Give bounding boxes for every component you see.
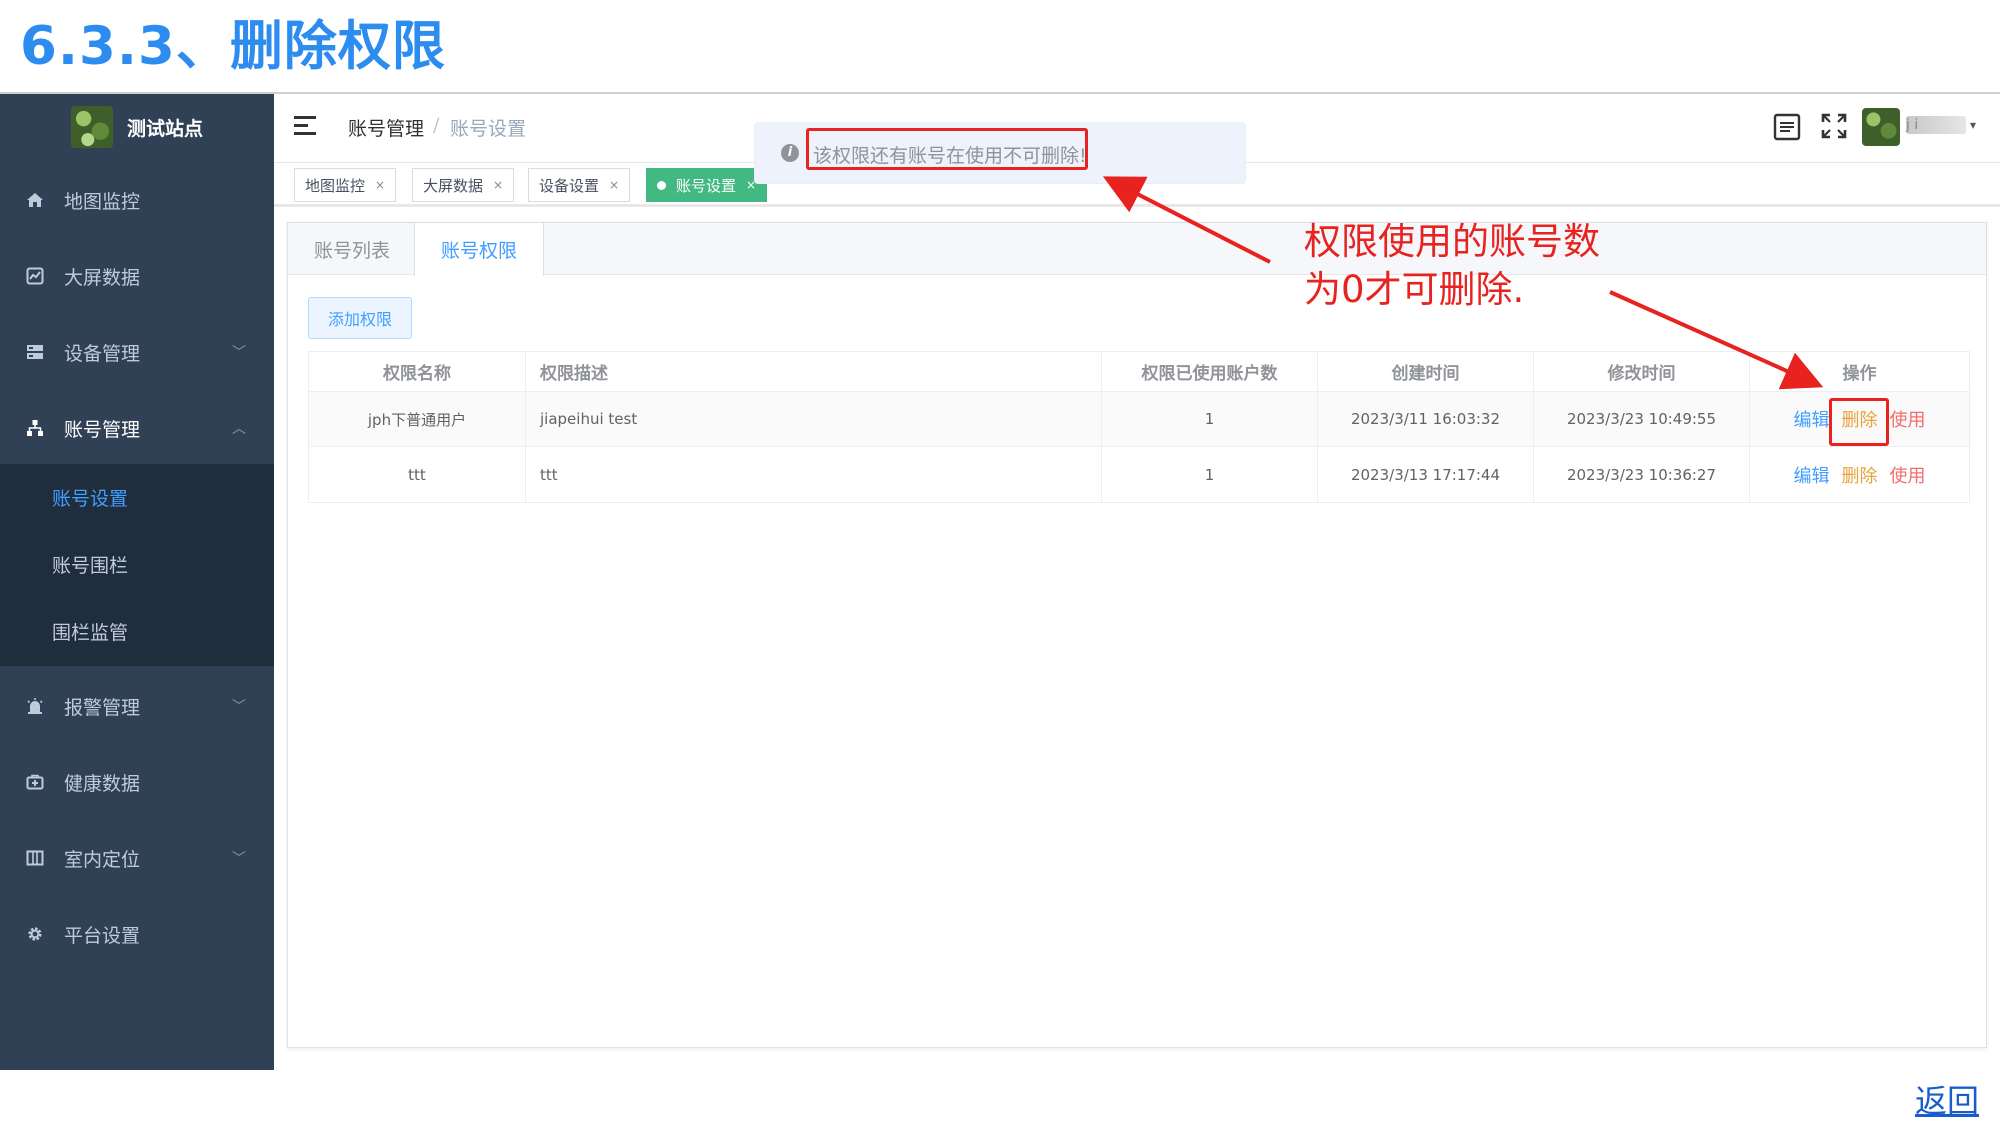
edit-button[interactable]: 编辑 [1794,462,1830,488]
add-permission-button[interactable]: 添加权限 [308,297,412,339]
caret-down-icon[interactable]: ▾ [1970,118,1976,132]
chevron-down-icon: ﹀ [232,345,246,361]
sidebar-item-map-monitor[interactable]: 地图监控 [0,162,274,238]
sidebar-item-account-management[interactable]: 账号管理 ︿ [0,390,274,466]
use-button[interactable]: 使用 [1890,406,1926,432]
tag-device-settings[interactable]: 设备设置 × [528,168,631,202]
annotation-highlight-box [806,128,1088,170]
cell-name: ttt [309,447,526,502]
sidebar-item-label: 健康数据 [64,772,141,795]
cell-actions: 编辑 删除 使用 [1750,447,1969,502]
sidebar-item-health-data[interactable]: 健康数据 [0,744,274,820]
column-header: 权限描述 [526,352,1102,391]
annotation-note: 权限使用的账号数 为0才可删除. [1304,218,1600,314]
sidebar-item-label: 地图监控 [64,190,141,213]
cell-description: jiapeihui test [526,392,1102,446]
annotation-highlight-box [1829,398,1889,446]
sidebar-item-alarm-management[interactable]: 报警管理 ﹀ [0,668,274,744]
chart-icon [24,265,46,287]
back-link[interactable]: 返回 [1915,1076,1979,1122]
sidebar-item-dashboard[interactable]: 大屏数据 [0,238,274,314]
column-header: 修改时间 [1534,352,1750,391]
tab-account-permissions[interactable]: 账号权限 [414,223,545,276]
sidebar-item-label: 大屏数据 [64,266,141,289]
sidebar: 测试站点 地图监控 大屏数据 设备管理 ﹀ 账号管理 ︿ 账号设置 账号围栏 围… [0,94,274,1070]
tag-dashboard[interactable]: 大屏数据 × [412,168,515,202]
column-header: 创建时间 [1318,352,1534,391]
close-icon[interactable]: × [375,178,385,192]
breadcrumb-current: 账号设置 [450,118,527,140]
cell-name: jph下普通用户 [309,392,526,446]
cell-used-count: 1 [1102,392,1318,446]
table-row: jph下普通用户 jiapeihui test 1 2023/3/11 16:0… [309,392,1969,447]
permissions-table: 权限名称 权限描述 权限已使用账户数 创建时间 修改时间 操作 jph下普通用户… [308,351,1970,503]
cell-used-count: 1 [1102,447,1318,502]
sidebar-subitem-fence-supervision[interactable]: 围栏监管 [0,598,274,664]
cell-created: 2023/3/13 17:17:44 [1318,447,1534,502]
sidebar-item-device-management[interactable]: 设备管理 ﹀ [0,314,274,390]
logo-text: 测试站点 [126,117,203,140]
annotation-line: 权限使用的账号数 [1304,220,1600,263]
close-icon[interactable]: × [493,178,503,192]
medkit-icon [24,771,46,793]
sitemap-icon [24,417,46,439]
sidebar-item-label: 账号管理 [64,418,141,441]
tags-divider [274,204,2000,207]
tag-label: 大屏数据 [423,176,484,195]
close-icon[interactable]: × [609,178,619,192]
hamburger-icon[interactable] [294,116,316,136]
breadcrumb-separator: / [433,114,440,136]
chevron-down-icon: ﹀ [232,851,246,867]
home-icon [24,189,46,211]
tag-label: 账号设置 [676,176,737,195]
breadcrumb-item[interactable]: 账号管理 [348,114,424,141]
username[interactable]: j i [1906,116,1966,134]
cell-created: 2023/3/11 16:03:32 [1318,392,1534,446]
column-header: 权限已使用账户数 [1102,352,1318,391]
server-icon [24,341,46,363]
document-search-icon[interactable] [1772,112,1802,142]
sidebar-logo[interactable]: 测试站点 [0,94,274,160]
delete-button[interactable]: 删除 [1842,462,1878,488]
main-card: 账号列表 账号权限 添加权限 权限名称 权限描述 权限已使用账户数 创建时间 修… [287,222,1987,1048]
fullscreen-icon[interactable] [1820,112,1850,142]
column-header: 权限名称 [309,352,526,391]
active-dot-icon [657,180,666,190]
tag-map-monitor[interactable]: 地图监控 × [294,168,397,202]
table-header: 权限名称 权限描述 权限已使用账户数 创建时间 修改时间 操作 [309,352,1969,392]
tab-account-list[interactable]: 账号列表 [288,223,416,276]
sidebar-subitem-account-fence[interactable]: 账号围栏 [0,531,274,597]
logo-image [70,106,113,148]
info-icon: i [781,144,799,162]
sidebar-item-label: 平台设置 [64,924,141,947]
chevron-down-icon: ﹀ [232,699,246,715]
document-title: 6.3.3、删除权限 [20,16,446,77]
sidebar-item-indoor-positioning[interactable]: 室内定位 ﹀ [0,820,274,896]
map-icon [24,847,46,869]
sidebar-item-label: 室内定位 [64,848,141,871]
alarm-icon [24,695,46,717]
cell-modified: 2023/3/23 10:49:55 [1534,392,1750,446]
gear-icon [24,923,46,945]
table-row: ttt ttt 1 2023/3/13 17:17:44 2023/3/23 1… [309,447,1969,502]
tag-label: 设备设置 [539,176,600,195]
tag-account-settings[interactable]: 账号设置 × [646,168,768,202]
sidebar-item-label: 报警管理 [64,696,141,719]
account-submenu: 账号设置 账号围栏 围栏监管 [0,464,274,666]
column-header: 操作 [1842,364,1877,384]
cell-modified: 2023/3/23 10:36:27 [1534,447,1750,502]
sidebar-subitem-account-settings[interactable]: 账号设置 [0,464,274,530]
use-button[interactable]: 使用 [1890,462,1926,488]
annotation-line: 为0才可删除. [1304,268,1525,311]
sidebar-item-label: 设备管理 [64,342,141,365]
tabs-bar: 账号列表 账号权限 [288,223,1986,276]
tag-label: 地图监控 [305,176,366,195]
chevron-up-icon: ︿ [232,421,246,437]
title-divider [0,92,2000,94]
avatar[interactable] [1862,108,1900,146]
cell-description: ttt [526,447,1102,502]
edit-button[interactable]: 编辑 [1794,406,1830,432]
sidebar-item-platform-settings[interactable]: 平台设置 [0,896,274,972]
